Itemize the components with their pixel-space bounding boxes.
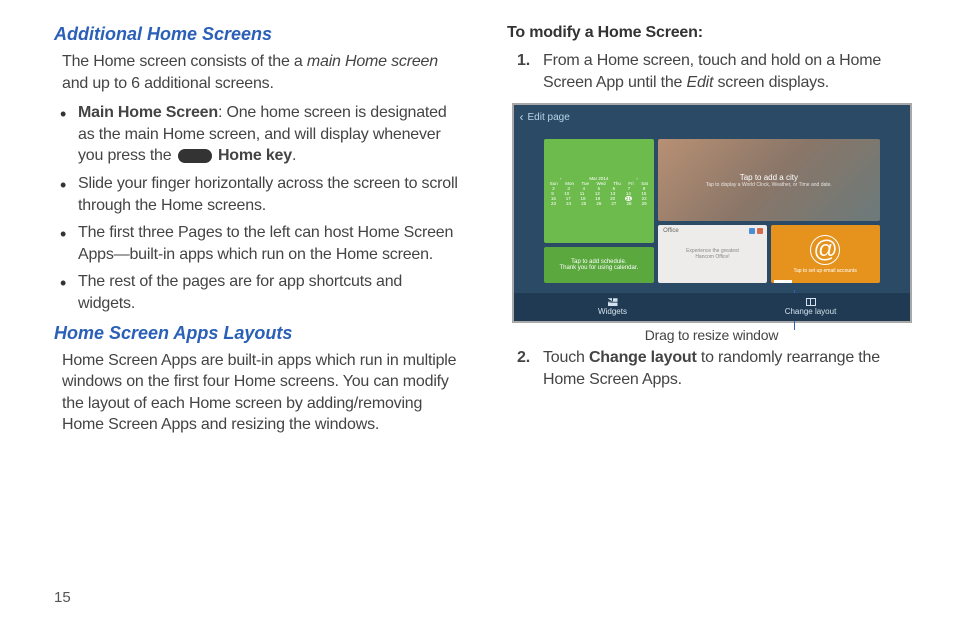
calendar-panel: ‹Mar 2014› SunMonTueWedThuFriSat 2345678… (544, 139, 655, 243)
change-layout-button: Change layout (712, 293, 910, 321)
bullet-rest-of-pages: The rest of the pages are for app shortc… (60, 271, 463, 314)
heading-home-screen-apps-layouts: Home Screen Apps Layouts (54, 323, 463, 344)
edit-page-label: Edit page (528, 112, 570, 123)
screenshot-figure: ‹ Edit page ‹Mar 2014› SunMonTueWedThuFr… (507, 103, 916, 343)
schedule-panel: Tap to add schedule. Thank you for using… (544, 247, 655, 283)
schedule-b: Thank you for using calendar. (559, 265, 638, 271)
intro-paragraph: The Home screen consists of the a main H… (54, 51, 463, 94)
office-label: Office (663, 228, 679, 234)
step1-c: screen displays. (713, 74, 829, 91)
cal-n: 25 (581, 201, 586, 206)
bullet-list-1: Main Home Screen: One home screen is des… (54, 102, 463, 314)
office-b: Hancom Office! (695, 254, 729, 260)
bullet1-bold: Main Home Screen (78, 104, 218, 121)
panels-area: ‹Mar 2014› SunMonTueWedThuFriSat 2345678… (544, 139, 880, 283)
intro-text-c: and up to 6 additional screens. (62, 75, 274, 92)
bottom-bar: Widgets Change layout (514, 293, 910, 321)
city-b: Tap to display a World Clock, Weather, o… (706, 182, 832, 188)
cal-n: 24 (566, 201, 571, 206)
intro-text-b: main Home screen (307, 53, 438, 70)
heading-to-modify: To modify a Home Screen: (507, 24, 916, 42)
cityscape-panel: Tap to add a city Tap to display a World… (658, 139, 879, 221)
step-2: 2. Touch Change layout to randomly rearr… (517, 347, 916, 390)
bullet1-period: . (292, 147, 296, 164)
city-a: Tap to add a city (740, 173, 798, 182)
email-panel: @ Tap to set up email accounts (771, 225, 880, 283)
bullet1-homekey-label: Home key (218, 147, 292, 164)
change-layout-label: Change layout (785, 307, 837, 316)
cal-n: 28 (627, 201, 632, 206)
bullet-first-three-pages: The first three Pages to the left can ho… (60, 222, 463, 265)
office-icon-2 (757, 228, 763, 234)
edit-page-screenshot: ‹ Edit page ‹Mar 2014› SunMonTueWedThuFr… (512, 103, 912, 323)
office-icon-1 (749, 228, 755, 234)
steps-list: 1. From a Home screen, touch and hold on… (507, 50, 916, 93)
cal-n: 26 (596, 201, 601, 206)
cal-n: 27 (611, 201, 616, 206)
step1-b: Edit (686, 74, 713, 91)
layout-icon (806, 298, 816, 306)
intro-text-a: The Home screen consists of the a (62, 53, 307, 70)
step-1-number: 1. (517, 50, 530, 72)
email-sub: Tap to set up email accounts (793, 268, 856, 274)
at-sign-icon: @ (810, 235, 840, 265)
step-2-number: 2. (517, 347, 530, 369)
home-key-icon (178, 149, 212, 163)
bullet-main-home-screen: Main Home Screen: One home screen is des… (60, 102, 463, 167)
steps-list-2: 2. Touch Change layout to randomly rearr… (507, 347, 916, 390)
cal-n: 23 (551, 201, 556, 206)
back-icon: ‹ (520, 110, 524, 124)
page-number: 15 (54, 589, 71, 606)
step-1: 1. From a Home screen, touch and hold on… (517, 50, 916, 93)
step2-a: Touch (543, 349, 589, 366)
step2-b: Change layout (589, 349, 697, 366)
heading-additional-home-screens: Additional Home Screens (54, 24, 463, 45)
edit-page-header: ‹ Edit page (514, 105, 910, 129)
resize-handle (774, 280, 792, 283)
body-layouts: Home Screen Apps are built-in apps which… (54, 350, 463, 436)
widgets-icon (608, 298, 618, 306)
figure-caption: Drag to resize window (507, 327, 916, 343)
cal-n: 29 (642, 201, 647, 206)
widgets-label: Widgets (598, 307, 627, 316)
bullet-slide-finger: Slide your finger horizontally across th… (60, 173, 463, 216)
office-panel: Office Experience the greatest Hancom Of… (658, 225, 767, 283)
widgets-button: Widgets (514, 293, 712, 321)
